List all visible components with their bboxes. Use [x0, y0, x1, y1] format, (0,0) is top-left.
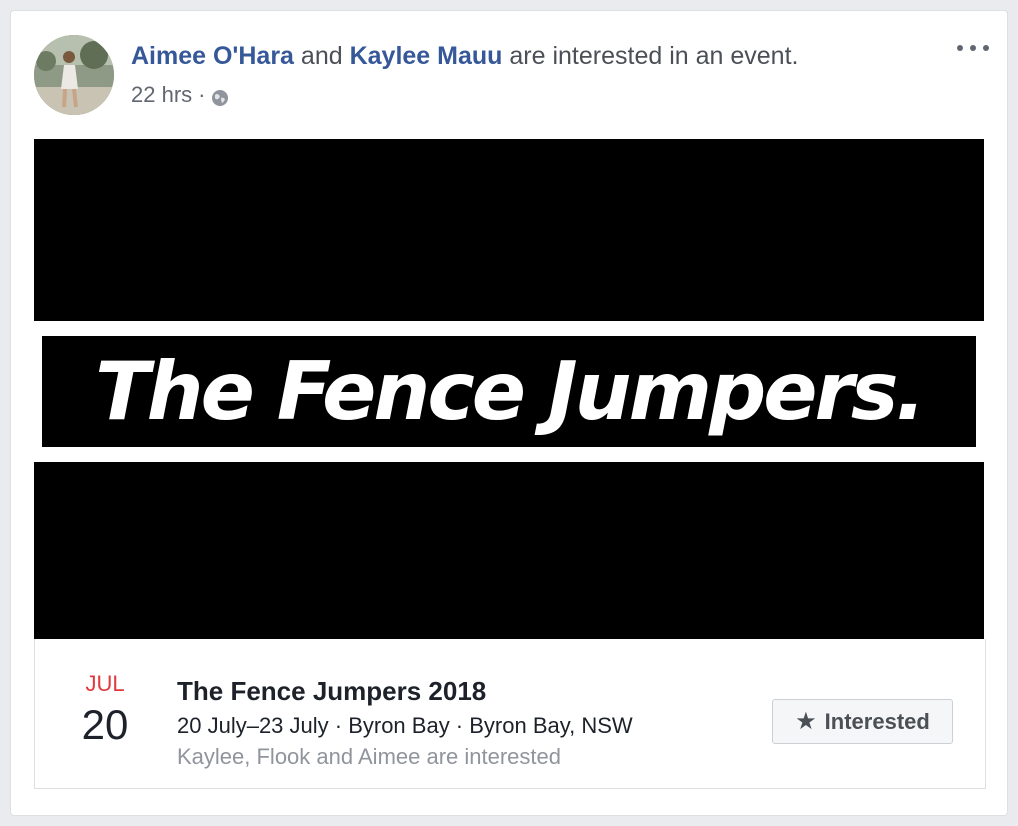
- event-social-context: Kaylee, Flook and Aimee are interested: [177, 744, 562, 769]
- globe-icon[interactable]: [211, 86, 229, 106]
- cover-banner-band: The Fence Jumpers.: [34, 321, 984, 462]
- interested-button-label: Interested: [824, 708, 930, 734]
- interested-button[interactable]: ★ Interested: [772, 699, 953, 744]
- more-dot: [957, 45, 963, 51]
- cover-banner-plate: The Fence Jumpers.: [42, 336, 976, 447]
- event-cover-image[interactable]: The Fence Jumpers.: [34, 139, 984, 639]
- timestamp-link[interactable]: 22 hrs: [131, 81, 192, 109]
- headline-connector: and: [300, 42, 343, 70]
- event-date-day: 20: [81, 701, 129, 748]
- cover-banner-text: The Fence Jumpers.: [95, 344, 926, 438]
- event-date-month: JUL: [85, 671, 125, 696]
- avatar-photo: [34, 35, 114, 115]
- feed-story-card: Aimee O'Hara and Kaylee Mauu are interes…: [10, 10, 1008, 816]
- actor-link-2[interactable]: Kaylee Mauu: [350, 42, 503, 70]
- event-info-box: JUL 20 The Fence Jumpers 2018 20 July–23…: [34, 639, 986, 789]
- star-icon: ★: [795, 707, 817, 735]
- event-details: 20 July–23 July · Byron Bay · Byron Bay,…: [177, 713, 633, 738]
- story-meta: 22 hrs ·: [131, 81, 229, 109]
- headline-action: are interested in an event.: [509, 42, 799, 70]
- event-title-link[interactable]: The Fence Jumpers 2018: [177, 675, 486, 707]
- more-dot: [970, 45, 976, 51]
- avatar[interactable]: [34, 35, 114, 115]
- actor-link-1[interactable]: Aimee O'Hara: [131, 42, 294, 70]
- more-dot: [983, 45, 989, 51]
- more-options-icon[interactable]: [957, 37, 989, 59]
- story-headline: Aimee O'Hara and Kaylee Mauu are interes…: [131, 38, 798, 74]
- meta-separator: ·: [198, 82, 206, 107]
